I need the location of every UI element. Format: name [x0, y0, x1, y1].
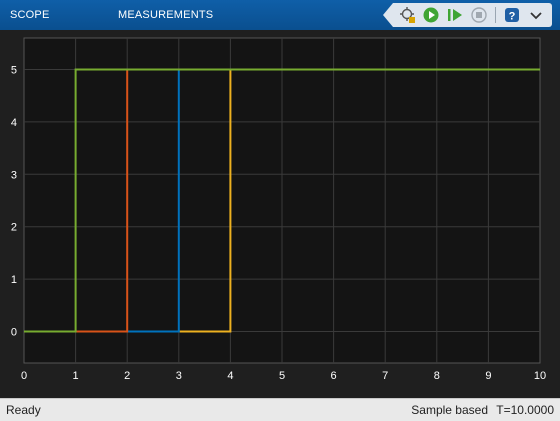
step-forward-button[interactable]	[445, 5, 465, 25]
y-tick-label: 3	[11, 169, 17, 181]
highlight-signal-button[interactable]	[397, 5, 417, 25]
x-tick-label: 10	[534, 370, 546, 382]
run-button[interactable]	[421, 5, 441, 25]
y-tick-label: 4	[11, 117, 17, 129]
y-tick-label: 0	[11, 327, 17, 339]
status-state: Ready	[6, 403, 41, 417]
step-forward-icon	[448, 9, 462, 21]
x-tick-label: 6	[331, 370, 337, 382]
scope-chart[interactable]: 0 1 2 3 4 5 6 7 8 9 10 0 1 2 3 4 5	[0, 30, 560, 398]
simulation-controls: ?	[383, 3, 552, 27]
x-tick-label: 7	[382, 370, 388, 382]
x-tick-label: 4	[227, 370, 233, 382]
expand-icon	[530, 12, 542, 20]
x-tick-label: 1	[73, 370, 79, 382]
plot-area[interactable]: 0 1 2 3 4 5 6 7 8 9 10 0 1 2 3 4 5	[0, 30, 560, 398]
svg-text:?: ?	[509, 11, 516, 23]
tab-measurements[interactable]: MEASUREMENTS	[118, 0, 213, 30]
toolstrip: SCOPE MEASUREMENTS ?	[0, 0, 560, 30]
x-tick-label: 0	[21, 370, 27, 382]
stop-button[interactable]	[469, 5, 489, 25]
run-icon	[423, 7, 439, 23]
y-tick-label: 1	[11, 274, 17, 286]
toolbar-separator	[495, 7, 496, 23]
expand-button[interactable]	[526, 5, 546, 25]
highlight-signal-icon	[400, 7, 415, 23]
x-tick-label: 9	[485, 370, 491, 382]
stop-icon	[471, 7, 487, 23]
status-bar: Ready Sample based T=10.0000	[0, 398, 560, 421]
x-tick-label: 8	[434, 370, 440, 382]
help-button[interactable]: ?	[502, 5, 522, 25]
status-time: T=10.0000	[496, 403, 554, 417]
status-mode: Sample based	[411, 403, 488, 417]
scope-window: SCOPE MEASUREMENTS ? 0 1 2 3 4 5 6 7 8 9…	[0, 0, 560, 421]
y-tick-label: 5	[11, 64, 17, 76]
help-icon: ?	[505, 8, 519, 23]
x-tick-label: 3	[176, 370, 182, 382]
tab-scope[interactable]: SCOPE	[10, 0, 50, 30]
x-tick-label: 2	[124, 370, 130, 382]
quick-access-toolbar: ?	[383, 3, 552, 27]
x-tick-label: 5	[279, 370, 285, 382]
y-tick-label: 2	[11, 222, 17, 234]
